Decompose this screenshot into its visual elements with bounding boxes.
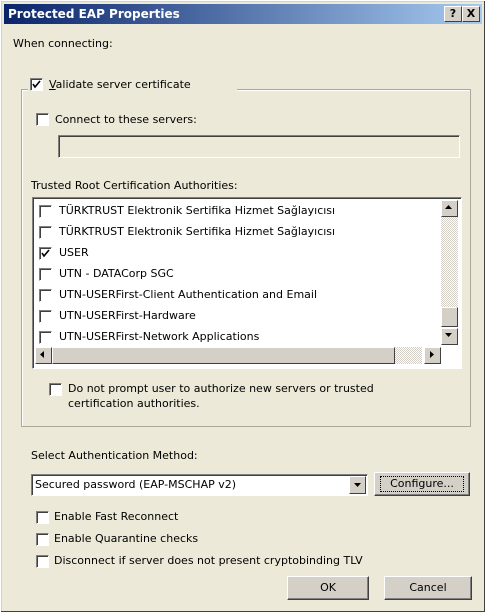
- ca-item-checkbox[interactable]: [39, 331, 52, 344]
- scroll-down-button[interactable]: [441, 328, 458, 345]
- checkmark-icon: [32, 80, 41, 89]
- chevron-down-icon: [354, 483, 361, 487]
- do-not-prompt-checkbox[interactable]: [49, 383, 62, 396]
- quarantine-label[interactable]: Enable Quarantine checks: [54, 532, 198, 545]
- do-not-prompt-line2[interactable]: certification authorities.: [68, 397, 200, 410]
- trusted-root-label: Trusted Root Certification Authorities:: [31, 179, 238, 192]
- scroll-up-button[interactable]: [441, 200, 458, 217]
- auth-method-value: Secured password (EAP-MSCHAP v2): [35, 478, 237, 491]
- title-bar: Protected EAP Properties ? X: [4, 4, 482, 24]
- ca-item-checkbox[interactable]: [39, 268, 52, 281]
- auth-method-select[interactable]: Secured password (EAP-MSCHAP v2): [31, 474, 368, 496]
- ca-item-label: UTN - DATACorp SGC: [59, 267, 174, 280]
- horizontal-scroll-track[interactable]: [395, 347, 422, 364]
- fast-reconnect-checkbox[interactable]: [36, 511, 49, 524]
- ca-item-label: UTN-USERFirst-Hardware: [59, 309, 196, 322]
- close-button[interactable]: X: [462, 6, 480, 22]
- scroll-left-button[interactable]: [35, 347, 52, 364]
- ca-item-label: UTN-USERFirst-Client Authentication and …: [59, 288, 318, 301]
- ok-button[interactable]: OK: [287, 576, 369, 600]
- cancel-button[interactable]: Cancel: [384, 576, 472, 600]
- close-icon: X: [466, 7, 476, 20]
- horizontal-scroll-thumb[interactable]: [52, 347, 395, 364]
- quarantine-checkbox[interactable]: [36, 533, 49, 546]
- window-title: Protected EAP Properties: [8, 7, 180, 21]
- when-connecting-label: When connecting:: [13, 37, 113, 50]
- arrow-left-icon: [40, 351, 44, 358]
- ca-item-checkbox[interactable]: [39, 247, 52, 260]
- ca-item-label: TÜRKTRUST Elektronik Sertifika Hizmet Sa…: [59, 225, 336, 238]
- checkmark-icon: [41, 249, 50, 258]
- arrow-up-icon: [445, 205, 452, 209]
- fast-reconnect-label[interactable]: Enable Fast Reconnect: [54, 510, 178, 523]
- connect-servers-label[interactable]: Connect to these servers:: [55, 113, 197, 126]
- arrow-down-icon: [445, 333, 452, 337]
- connect-servers-checkbox[interactable]: [36, 113, 49, 126]
- configure-focus-ring: [380, 476, 464, 492]
- auth-method-dropdown-button[interactable]: [349, 476, 366, 494]
- scroll-right-button[interactable]: [424, 347, 441, 364]
- ca-item-checkbox[interactable]: [39, 289, 52, 302]
- do-not-prompt-line1[interactable]: Do not prompt user to authorize new serv…: [68, 382, 374, 395]
- ca-item-label: USER: [59, 246, 89, 259]
- ca-item-checkbox[interactable]: [39, 205, 52, 218]
- servers-field[interactable]: [58, 135, 460, 158]
- auth-method-label: Select Authentication Method:: [31, 449, 198, 462]
- cryptobinding-checkbox[interactable]: [36, 555, 49, 568]
- ca-item-checkbox[interactable]: [39, 310, 52, 323]
- cryptobinding-label[interactable]: Disconnect if server does not present cr…: [54, 554, 363, 567]
- validate-cert-checkbox[interactable]: [30, 78, 43, 91]
- arrow-right-icon: [430, 351, 434, 358]
- ca-item-label: UTN-USERFirst-Network Applications: [59, 330, 260, 343]
- ca-listbox[interactable]: TÜRKTRUST Elektronik Sertifika Hizmet Sa…: [32, 197, 462, 369]
- help-button[interactable]: ?: [444, 6, 462, 22]
- ca-item-label: TÜRKTRUST Elektronik Sertifika Hizmet Sa…: [59, 204, 336, 217]
- help-icon: ?: [449, 7, 457, 20]
- ca-item-checkbox[interactable]: [39, 226, 52, 239]
- vertical-scroll-thumb[interactable]: [441, 307, 458, 327]
- dialog-window: Protected EAP Properties ? X When connec…: [0, 0, 486, 613]
- validate-cert-label[interactable]: Validate server certificate: [49, 78, 191, 91]
